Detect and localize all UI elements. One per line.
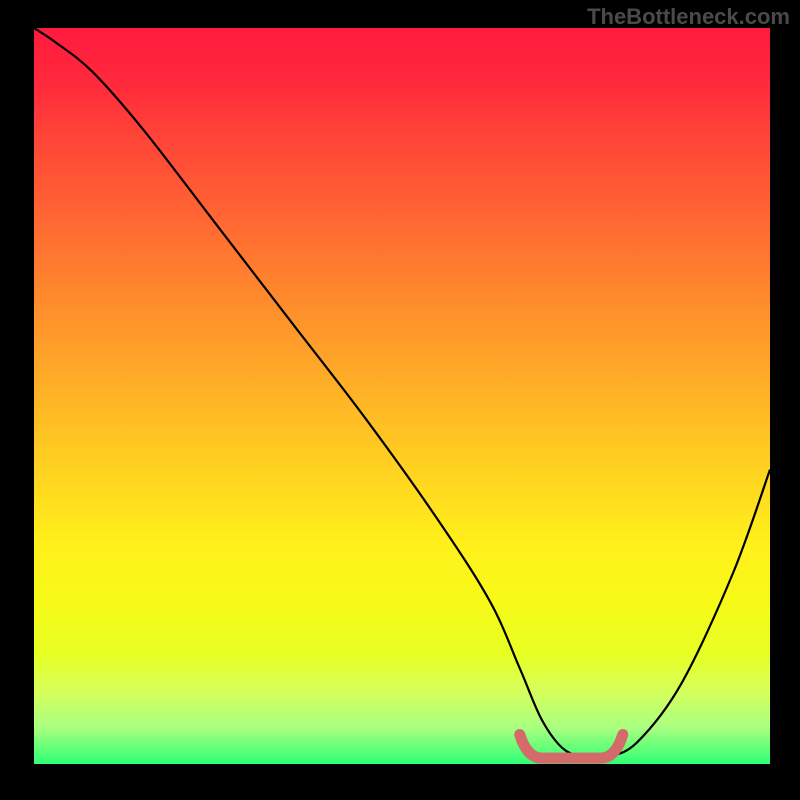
watermark-text: TheBottleneck.com [587,4,790,30]
optimal-zone-marker [520,735,623,759]
chart-plot-area [34,28,770,764]
optimal-zone-svg [34,28,770,764]
